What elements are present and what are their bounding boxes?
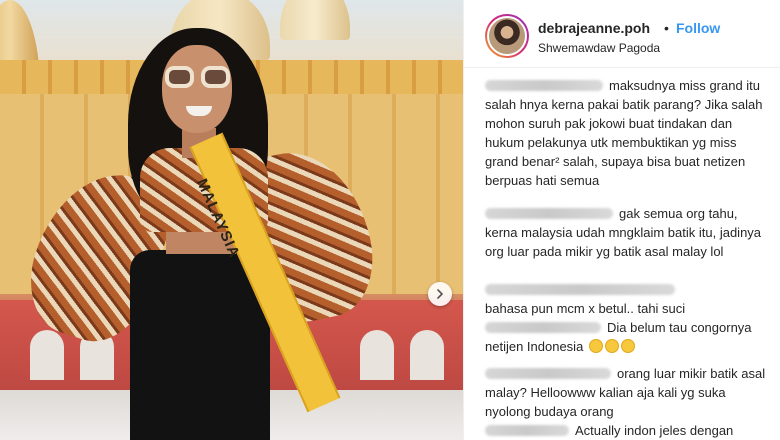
post-photo[interactable]: MALAYSIA	[0, 0, 463, 440]
laughing-emoji-icon	[588, 339, 603, 353]
comment-text: netijen Indonesia	[485, 339, 584, 354]
comment-item: gak semua org tahu, kerna malaysia udah …	[464, 204, 780, 261]
username[interactable]: debrajeanne.poh	[538, 20, 650, 36]
post-header: debrajeanne.poh • Follow Shwemawdaw Pago…	[464, 0, 780, 68]
pagoda-stupa	[280, 0, 350, 40]
blurred-username	[485, 208, 613, 219]
separator-dot: •	[664, 20, 669, 36]
arch	[360, 330, 394, 380]
blurred-username	[485, 80, 603, 91]
location-link[interactable]: Shwemawdaw Pagoda	[538, 41, 660, 55]
comment-item: Actually indon jeles dengan	[464, 421, 780, 440]
blurred-username	[485, 322, 601, 333]
avatar[interactable]	[485, 14, 529, 58]
chevron-right-icon	[437, 289, 444, 299]
comment-text: gak semua org	[619, 206, 705, 221]
comment-item: orang luar mikir batik asal malay? Hello…	[464, 364, 780, 421]
comment-text: grand itu salah hnya kerna pakai batik p…	[485, 78, 763, 188]
comments-panel: debrajeanne.poh • Follow Shwemawdaw Pago…	[463, 0, 780, 440]
comment-text: maksudnya miss	[609, 78, 706, 93]
blurred-username	[485, 368, 611, 379]
blurred-username	[485, 284, 675, 295]
comment-text: orang luar mikir	[617, 366, 707, 381]
comment-text: bahasa pun mcm x betul.. tahi suci	[485, 301, 686, 316]
comment-item: bahasa pun mcm x betul.. tahi suci	[464, 280, 780, 318]
comment-item: maksudnya miss grand itu salah hnya kern…	[464, 76, 780, 190]
comment-text: Actually indon jeles dengan	[575, 423, 734, 438]
sunglasses	[165, 66, 231, 90]
follow-button[interactable]: Follow	[676, 20, 720, 36]
arch	[410, 330, 444, 380]
laughing-emoji-icon	[620, 339, 635, 353]
comment-text: Dia belum tau congornya	[607, 320, 752, 335]
blurred-username	[485, 425, 569, 436]
arch	[30, 330, 64, 380]
next-image-button[interactable]	[428, 282, 452, 306]
comment-item: Dia belum tau congornya netijen Indonesi…	[464, 318, 780, 356]
laughing-emoji-icon	[604, 339, 619, 353]
